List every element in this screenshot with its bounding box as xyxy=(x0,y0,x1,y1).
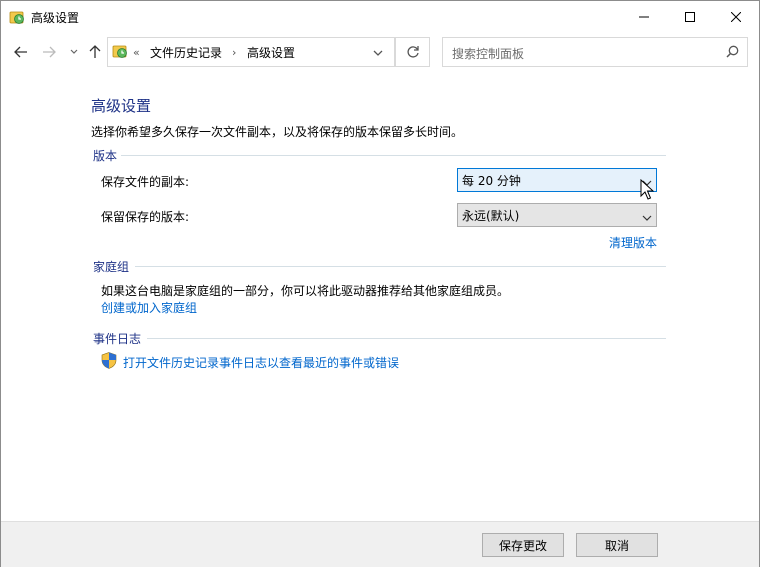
save-copies-dropdown[interactable]: 每 20 分钟 xyxy=(457,168,657,192)
refresh-icon xyxy=(406,46,419,58)
eventlog-section-header: 事件日志 xyxy=(93,332,142,346)
keep-versions-value[interactable]: 永远(默认) xyxy=(462,207,519,224)
search-placeholder[interactable]: 搜索控制面板 xyxy=(452,45,524,62)
keep-versions-dropdown[interactable]: 永远(默认) xyxy=(457,203,657,227)
forward-button[interactable] xyxy=(40,43,58,61)
save-changes-button[interactable]: 保存更改 xyxy=(482,533,564,557)
main-content: 高级设置 选择你希望多久保存一次文件副本，以及将保存的版本保留多长时间。 版本 … xyxy=(1,71,759,521)
chevron-down-icon xyxy=(373,50,383,56)
cancel-button[interactable]: 取消 xyxy=(576,533,658,557)
address-dropdown-button[interactable] xyxy=(373,46,383,60)
window: 高级设置 « 文件历史记录 › 高级设置 搜索控制面板 高级设置 选择你希望多久… xyxy=(0,0,760,567)
maximize-button[interactable] xyxy=(667,1,713,32)
shield-icon xyxy=(101,352,117,372)
forward-arrow-icon xyxy=(43,46,56,58)
save-copies-value[interactable]: 每 20 分钟 xyxy=(462,172,521,189)
breadcrumb-separator-icon[interactable]: › xyxy=(232,46,236,59)
breadcrumb-advanced-settings[interactable]: 高级设置 xyxy=(247,44,295,61)
homegroup-section-header: 家庭组 xyxy=(93,260,130,274)
chevron-down-icon[interactable] xyxy=(642,211,652,225)
file-history-icon xyxy=(112,43,128,59)
recent-locations-button[interactable] xyxy=(65,43,83,61)
homegroup-divider xyxy=(135,266,666,267)
overflow-chevron[interactable]: « xyxy=(133,46,140,59)
chevron-down-icon xyxy=(70,49,78,54)
versions-divider xyxy=(121,155,666,156)
breadcrumb-file-history[interactable]: 文件历史记录 xyxy=(150,44,222,61)
address-bar[interactable]: « 文件历史记录 › 高级设置 xyxy=(107,37,395,67)
minimize-button[interactable] xyxy=(621,1,667,32)
up-arrow-icon xyxy=(89,45,101,58)
up-button[interactable] xyxy=(86,43,104,61)
search-icon[interactable] xyxy=(726,45,739,61)
back-arrow-icon xyxy=(14,46,27,58)
page-description: 选择你希望多久保存一次文件副本，以及将保存的版本保留多长时间。 xyxy=(91,125,464,139)
keep-versions-label: 保留保存的版本: xyxy=(101,210,190,224)
save-copies-label: 保存文件的副本: xyxy=(101,175,190,189)
cleanup-versions-link[interactable]: 清理版本 xyxy=(609,234,657,251)
search-box[interactable]: 搜索控制面板 xyxy=(442,37,748,67)
versions-section-header: 版本 xyxy=(93,149,118,163)
footer-bar: 保存更改 取消 xyxy=(1,521,759,567)
homegroup-description: 如果这台电脑是家庭组的一部分，你可以将此驱动器推荐给其他家庭组成员。 xyxy=(101,284,510,298)
eventlog-divider xyxy=(147,338,666,339)
page-title: 高级设置 xyxy=(91,97,152,115)
mouse-cursor-icon xyxy=(640,178,655,204)
create-join-homegroup-link[interactable]: 创建或加入家庭组 xyxy=(101,299,197,316)
window-title: 高级设置 xyxy=(31,11,80,25)
title-bar: 高级设置 xyxy=(1,1,759,32)
navigation-bar: « 文件历史记录 › 高级设置 搜索控制面板 xyxy=(1,35,759,69)
close-button[interactable] xyxy=(713,1,759,32)
back-button[interactable] xyxy=(12,43,30,61)
refresh-button[interactable] xyxy=(395,37,430,67)
file-history-icon xyxy=(9,9,25,25)
open-event-log-link[interactable]: 打开文件历史记录事件日志以查看最近的事件或错误 xyxy=(123,354,399,371)
